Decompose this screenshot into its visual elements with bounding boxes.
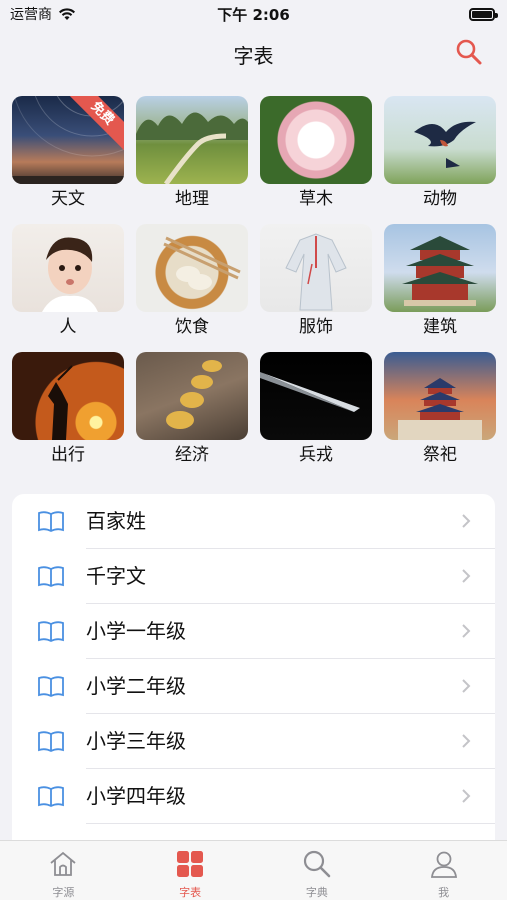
food-image [136, 224, 248, 312]
chevron-right-icon [462, 624, 471, 638]
tab-label: 字源 [52, 886, 75, 899]
book-icon [38, 786, 64, 807]
pagoda-art [402, 236, 478, 306]
swallow-art [414, 121, 476, 168]
temple-of-heaven-art [398, 378, 482, 440]
category-label: 兵戎 [299, 445, 333, 465]
search-button[interactable] [455, 38, 483, 66]
book-icon [38, 511, 64, 532]
list-item-label: 小学二年级 [86, 674, 186, 698]
list-item[interactable]: 千字文 [12, 549, 495, 604]
category-label: 服饰 [299, 317, 333, 337]
mountain-art [136, 112, 248, 184]
list-item-label: 小学一年级 [86, 619, 186, 643]
book-icon [38, 566, 64, 587]
battery-icon [469, 7, 498, 21]
status-bar: 运营商 下午 2:06 [0, 0, 507, 28]
clothing-image [260, 224, 372, 312]
search-icon [456, 39, 482, 65]
category-label: 人 [59, 317, 77, 337]
wifi-icon [59, 8, 75, 20]
tab-zidian[interactable]: 字典 [254, 841, 381, 900]
tab-ziyuan[interactable]: 字源 [0, 841, 127, 900]
chevron-right-icon [462, 734, 471, 748]
category-label: 地理 [175, 189, 209, 209]
category-animals[interactable]: 动物 [384, 96, 496, 214]
list-item[interactable]: 小学四年级 [12, 769, 495, 824]
category-label: 祭祀 [423, 445, 457, 465]
category-label: 经济 [175, 445, 209, 465]
person-icon [430, 851, 457, 878]
astronomy-image: 免费 [12, 96, 124, 184]
category-label: 出行 [51, 445, 85, 465]
category-label: 饮食 [175, 317, 209, 337]
category-label: 天文 [51, 189, 85, 209]
category-grid: 免费 天文 地理 草木 动物 人 饮食 服饰 建筑 出行 经济 兵戎 祭祀 [12, 96, 497, 470]
tab-label: 我 [438, 886, 450, 899]
robe-art [285, 233, 347, 311]
category-food[interactable]: 饮食 [136, 224, 248, 342]
tab-bar: 字源 字表 字典 我 [0, 840, 507, 900]
nav-bar: 字表 [0, 30, 507, 74]
chevron-right-icon [462, 514, 471, 528]
category-label: 动物 [423, 189, 457, 209]
list-item[interactable]: 小学三年级 [12, 714, 495, 769]
category-astronomy[interactable]: 免费 天文 [12, 96, 124, 214]
list-item[interactable]: 小学一年级 [12, 604, 495, 659]
category-geography[interactable]: 地理 [136, 96, 248, 214]
category-label: 草木 [299, 189, 333, 209]
house-icon [50, 851, 76, 876]
tab-zibiao[interactable]: 字表 [127, 841, 254, 900]
category-travel[interactable]: 出行 [12, 352, 124, 470]
list-item-label: 小学四年级 [86, 784, 186, 808]
tab-label: 字表 [179, 886, 202, 899]
category-economy[interactable]: 经济 [136, 352, 248, 470]
economy-image [136, 352, 248, 440]
book-icon [38, 621, 64, 642]
military-image [260, 352, 372, 440]
word-list: 百家姓 千字文 小学一年级 小学二年级 小学三年级 小学四年级 [12, 494, 495, 854]
chevron-right-icon [462, 569, 471, 583]
animals-image [384, 96, 496, 184]
book-icon [38, 731, 64, 752]
list-item[interactable]: 小学二年级 [12, 659, 495, 714]
grid-icon [177, 851, 204, 877]
tab-label: 字典 [305, 886, 328, 899]
plants-image [260, 96, 372, 184]
chevron-right-icon [462, 679, 471, 693]
category-label: 建筑 [423, 317, 457, 337]
list-item-label: 小学三年级 [86, 729, 186, 753]
gold-coins-art [166, 360, 222, 429]
category-plants[interactable]: 草木 [260, 96, 372, 214]
category-sacrifice[interactable]: 祭祀 [384, 352, 496, 470]
status-time: 下午 2:06 [217, 5, 290, 24]
sacrifice-image [384, 352, 496, 440]
blade-art [260, 372, 360, 412]
list-item-label: 百家姓 [86, 509, 146, 533]
list-item-label: 千字文 [86, 564, 146, 588]
chevron-right-icon [462, 789, 471, 803]
geography-image [136, 96, 248, 184]
people-image [12, 224, 124, 312]
travel-image [12, 352, 124, 440]
architecture-image [384, 224, 496, 312]
category-architecture[interactable]: 建筑 [384, 224, 496, 342]
dumpling-art [163, 236, 241, 290]
search-icon [303, 850, 331, 878]
carrier-label: 运营商 [10, 7, 52, 23]
book-icon [38, 676, 64, 697]
child-portrait-art [42, 237, 98, 312]
list-item[interactable]: 百家姓 [12, 494, 495, 549]
category-people[interactable]: 人 [12, 224, 124, 342]
status-left: 运营商 [10, 4, 76, 24]
tab-me[interactable]: 我 [380, 841, 507, 900]
category-military[interactable]: 兵戎 [260, 352, 372, 470]
rider-silhouette-art [48, 365, 73, 440]
category-clothing[interactable]: 服饰 [260, 224, 372, 342]
row-divider [86, 823, 495, 824]
page-title: 字表 [233, 44, 274, 68]
